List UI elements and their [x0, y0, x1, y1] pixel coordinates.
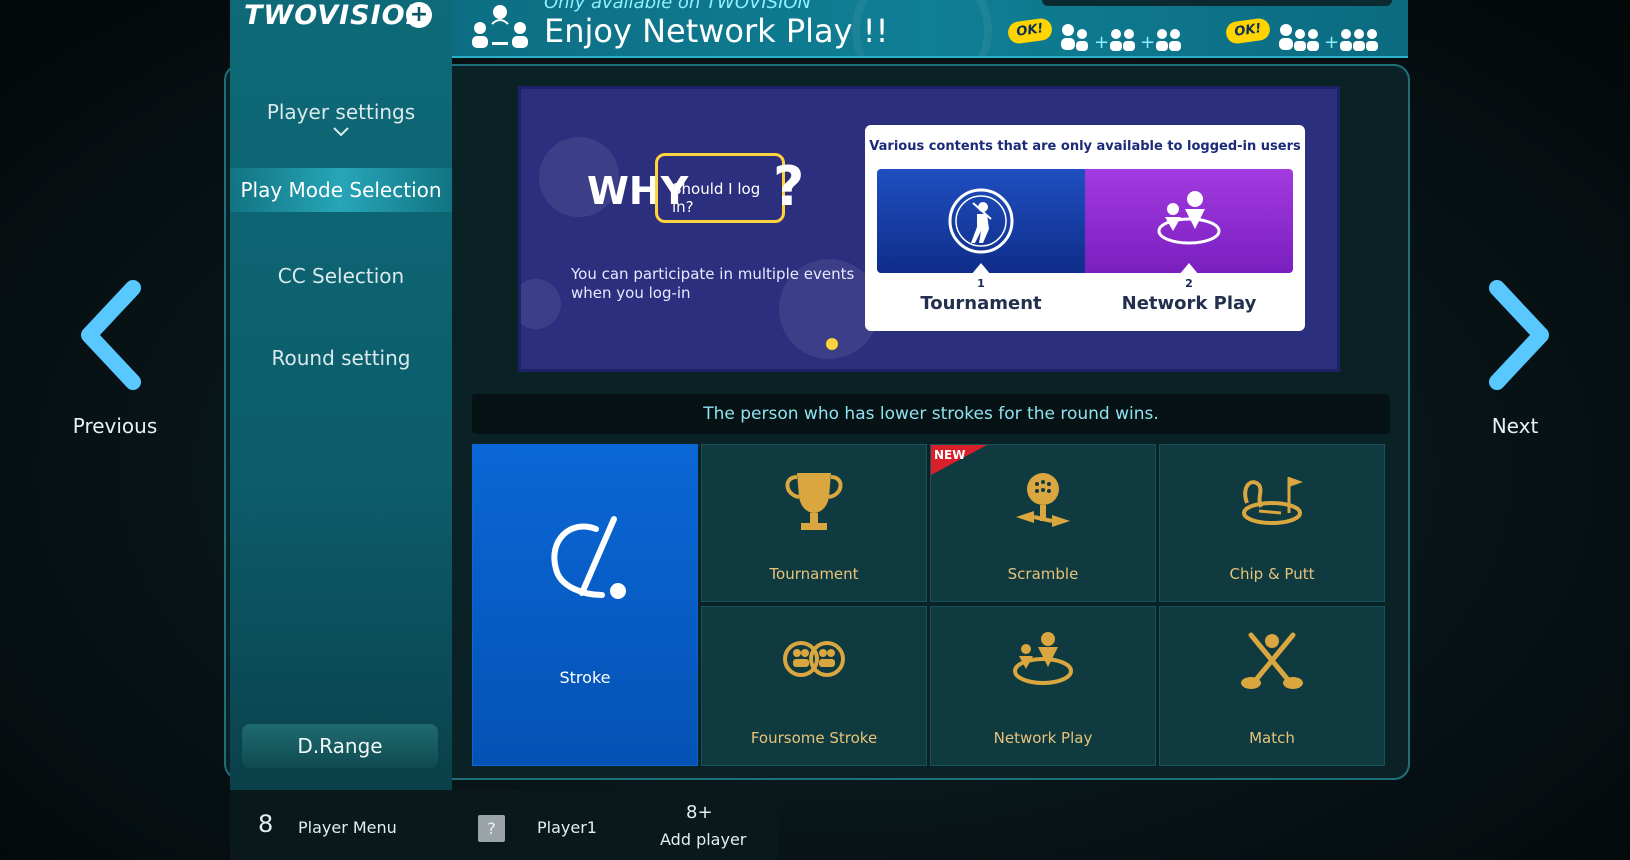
- logo-plus-icon: +: [406, 2, 432, 28]
- chevron-right-icon: [1489, 280, 1549, 390]
- mode-match[interactable]: Match: [1159, 606, 1385, 766]
- stroke-club-icon: [551, 516, 626, 599]
- banner-bar-decoration: [1042, 0, 1392, 6]
- card-label-tournament: Tournament: [920, 293, 1042, 314]
- ok-badge: OK!: [1224, 17, 1272, 45]
- mode-scramble[interactable]: NEW Scramble: [930, 444, 1156, 602]
- banner-rings-decoration: [852, 0, 992, 56]
- foursome-icon: [783, 641, 845, 677]
- sidebar-item-label: CC Selection: [277, 264, 405, 288]
- pointer-up-icon: [971, 263, 991, 275]
- mode-chip-and-putt[interactable]: Chip & Putt: [1159, 444, 1385, 602]
- previous-button[interactable]: Previous: [55, 280, 175, 470]
- why-speech-text: Should I log in?: [672, 180, 761, 216]
- scramble-ball-icon: [1016, 473, 1070, 527]
- sidebar-item-cc-selection[interactable]: CC Selection: [230, 264, 452, 288]
- crossed-clubs-icon: [1241, 632, 1303, 689]
- mode-foursome-stroke[interactable]: Foursome Stroke: [701, 606, 927, 766]
- promo-text-line: when you log-in: [571, 284, 691, 302]
- mode-label: Scramble: [1007, 565, 1079, 583]
- pointer-up-icon: [1179, 263, 1199, 275]
- sidebar-item-play-mode-selection[interactable]: Play Mode Selection: [230, 168, 452, 212]
- player1-label[interactable]: Player1: [537, 818, 597, 837]
- mode-label: Foursome Stroke: [750, 729, 878, 747]
- login-card-title: Various contents that are only available…: [869, 139, 1301, 154]
- card-number: 2: [1185, 277, 1193, 290]
- network-users-icon: [1157, 191, 1221, 245]
- chevron-left-icon: [81, 280, 141, 390]
- svg-text:+: +: [1140, 32, 1155, 53]
- new-badge-text: NEW: [934, 448, 965, 462]
- mode-description: The person who has lower strokes for the…: [472, 394, 1390, 434]
- sidebar-item-label: Player settings: [266, 100, 416, 124]
- mode-label: Chip & Putt: [1229, 565, 1315, 583]
- login-benefits-card: Various contents that are only available…: [865, 125, 1305, 331]
- promo-text: You can participate in multiple events w…: [571, 265, 854, 303]
- next-button[interactable]: Next: [1455, 280, 1575, 470]
- mode-network-play[interactable]: Network Play: [930, 606, 1156, 766]
- chip-putt-flag-icon: [1242, 477, 1303, 525]
- player-menu-icon[interactable]: 8: [258, 810, 273, 838]
- chevron-down-icon: [333, 127, 349, 137]
- drange-button[interactable]: D.Range: [242, 724, 438, 768]
- mode-label: Tournament: [769, 565, 859, 583]
- trophy-icon: [785, 473, 843, 530]
- card-label-network-play: Network Play: [1121, 293, 1257, 314]
- logo-text: TWOVISION: [244, 0, 430, 31]
- dot-decoration: [826, 338, 838, 350]
- player-avatar-icon[interactable]: ?: [478, 815, 505, 842]
- new-badge-ribbon: NEW: [931, 445, 987, 475]
- why-question-mark: ?: [773, 155, 805, 218]
- mode-stroke[interactable]: Stroke: [472, 444, 698, 766]
- promo-text-line: You can participate in multiple events: [571, 265, 855, 283]
- player-menu-button[interactable]: Player Menu: [298, 818, 397, 837]
- why-speech-box: Should I log in?: [655, 153, 785, 223]
- add-player-icon[interactable]: 8+: [686, 802, 713, 823]
- sidebar-item-player-settings[interactable]: Player settings: [230, 100, 452, 138]
- tournament-benefit-tile: [877, 169, 1085, 273]
- card-number: 1: [977, 277, 985, 290]
- add-player-button[interactable]: Add player: [660, 830, 746, 849]
- previous-label: Previous: [72, 414, 158, 438]
- network-play-icon: [1013, 632, 1073, 685]
- team-2v2-icon: + +: [1061, 24, 1181, 53]
- network-play-banner[interactable]: Only available on TWOVISION Enjoy Networ…: [452, 0, 1408, 58]
- network-play-benefit-tile: [1085, 169, 1293, 273]
- group-users-icon: [472, 5, 528, 48]
- golfer-icon: [948, 188, 1014, 254]
- bubble-decoration: [521, 279, 561, 329]
- team-3v3-icon: +: [1279, 24, 1378, 53]
- svg-text:+: +: [1324, 32, 1339, 53]
- ok-badge: OK!: [1006, 17, 1054, 45]
- twovision-logo: TWOVISION +: [230, 0, 450, 38]
- mode-label: Network Play: [993, 729, 1093, 747]
- sidebar: Player settings Play Mode Selection CC S…: [230, 0, 452, 860]
- sidebar-item-label: Round setting: [271, 346, 411, 370]
- mode-label: Match: [1249, 729, 1295, 747]
- sidebar-item-label: Play Mode Selection: [240, 178, 442, 202]
- banner-title: Enjoy Network Play !!: [544, 12, 889, 50]
- mode-tournament[interactable]: Tournament: [701, 444, 927, 602]
- login-promo-banner[interactable]: WHY Should I log in? ? You can participa…: [518, 86, 1340, 372]
- sidebar-item-round-setting[interactable]: Round setting: [230, 346, 452, 370]
- mode-label: Stroke: [559, 668, 611, 687]
- next-label: Next: [1491, 414, 1539, 438]
- svg-text:+: +: [1094, 32, 1109, 53]
